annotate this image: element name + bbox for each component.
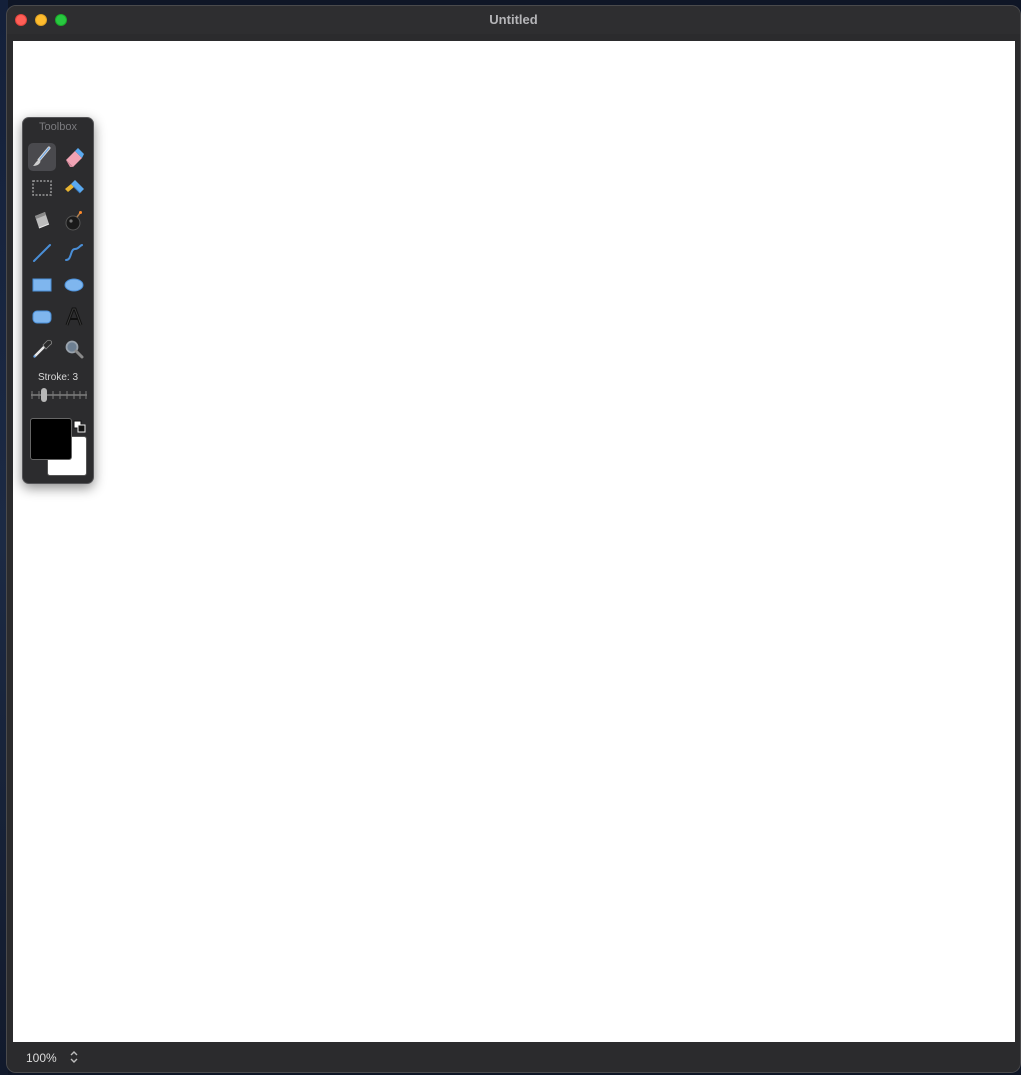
ellipse-shape-icon <box>64 278 84 292</box>
ellipse-tool[interactable] <box>60 271 88 299</box>
title-bar[interactable]: Untitled <box>7 6 1020 34</box>
rectangle-shape-icon <box>32 278 52 292</box>
paint-bucket-icon <box>35 212 50 229</box>
drawing-canvas[interactable] <box>13 41 1015 1042</box>
magnifier-icon <box>65 340 84 359</box>
toolbox-title: Toolbox <box>39 121 77 133</box>
stroke-slider-thumb <box>41 388 47 402</box>
rounded-rectangle-icon <box>32 310 52 324</box>
bomb-icon <box>65 211 82 231</box>
status-bar: 100% <box>7 1042 1020 1072</box>
marquee-select-icon <box>32 180 52 196</box>
stroke-size-label: Stroke: 3 <box>37 372 79 383</box>
eraser-tool[interactable] <box>60 143 88 171</box>
foreground-color-swatch[interactable] <box>30 418 72 460</box>
window-title: Untitled <box>489 12 538 27</box>
zoom-stepper-icon[interactable] <box>69 1049 79 1065</box>
swap-colors-icon[interactable] <box>73 420 87 434</box>
bomb-tool[interactable] <box>60 206 88 234</box>
text-tool[interactable] <box>60 303 88 331</box>
toolbox-palette[interactable]: Toolbox Stroke: 3 <box>22 117 94 484</box>
text-tool-icon <box>65 307 83 326</box>
line-icon <box>33 244 51 262</box>
line-tool[interactable] <box>28 239 56 267</box>
magnifier-tool[interactable] <box>60 335 88 363</box>
stroke-size-slider[interactable] <box>30 388 88 402</box>
rounded-rectangle-tool[interactable] <box>28 303 56 331</box>
eraser-icon <box>66 148 84 167</box>
rectangle-select-tool[interactable] <box>28 174 56 202</box>
curve-tool[interactable] <box>60 239 88 267</box>
eyedropper-icon <box>33 339 53 358</box>
curve-icon <box>65 244 83 261</box>
zoom-level[interactable]: 100% <box>26 1051 57 1065</box>
paintbrush-icon <box>33 146 51 166</box>
paint-bucket-tool[interactable] <box>28 206 56 234</box>
paintbrush-tool[interactable] <box>28 143 56 171</box>
paint-window: Untitled 100% <box>6 5 1021 1073</box>
rectangle-tool[interactable] <box>28 271 56 299</box>
lasso-tool[interactable] <box>60 174 88 202</box>
eyedropper-tool[interactable] <box>28 335 56 363</box>
lasso-icon <box>65 180 84 194</box>
